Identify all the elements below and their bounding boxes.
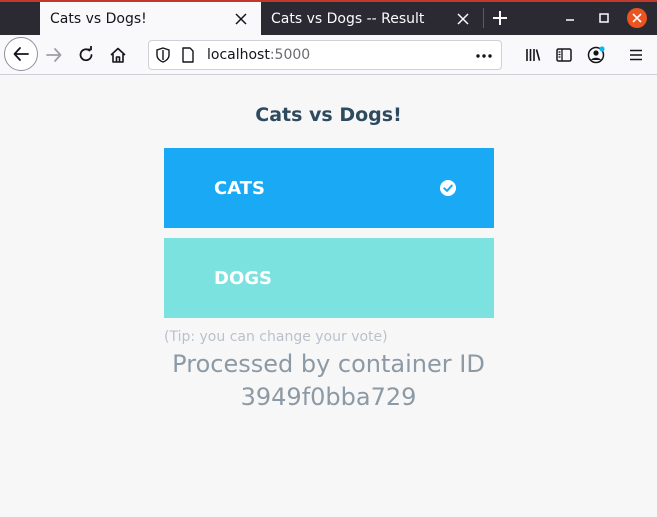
menu-button[interactable] [620, 39, 652, 71]
tab-close-icon[interactable] [451, 7, 475, 31]
new-tab-button[interactable] [487, 5, 513, 31]
home-icon [110, 47, 126, 63]
tab-cats-vs-dogs[interactable]: Cats vs Dogs! [40, 2, 261, 35]
sidebar-icon [556, 48, 572, 62]
option-label: DOGS [214, 267, 272, 289]
navigation-toolbar: localhost:5000 [0, 35, 657, 75]
address-bar[interactable]: localhost:5000 [148, 40, 502, 70]
sidebar-button[interactable] [548, 39, 580, 71]
url-text: localhost:5000 [207, 47, 310, 63]
forward-arrow-icon [46, 48, 62, 62]
forward-button[interactable] [38, 39, 70, 71]
page-actions-button[interactable] [473, 45, 495, 67]
window-close-icon [627, 8, 647, 28]
page-info-icon[interactable] [181, 47, 195, 67]
account-icon [587, 46, 605, 64]
tip-text: (Tip: you can change your vote) [164, 329, 388, 345]
container-info: Processed by container ID 3949f0bba729 [0, 348, 657, 414]
back-button[interactable] [4, 37, 38, 71]
tab-title: Cats vs Dogs! [50, 10, 147, 27]
minimize-icon [566, 19, 574, 21]
back-arrow-icon [13, 47, 29, 61]
reload-button[interactable] [70, 39, 102, 71]
processed-by-label: Processed by container ID [172, 350, 485, 378]
page-title: Cats vs Dogs! [255, 104, 402, 126]
option-label: CATS [214, 177, 265, 199]
url-host: localhost [207, 47, 270, 63]
maximize-button[interactable] [591, 5, 617, 31]
maximize-icon [599, 13, 609, 23]
tab-close-icon[interactable] [229, 7, 253, 31]
vote-dogs-button[interactable]: DOGS [164, 238, 494, 318]
tab-strip: Cats vs Dogs! Cats vs Dogs -- Result [0, 0, 657, 35]
page-content: Cats vs Dogs! CATS DOGS (Tip: you can ch… [0, 76, 657, 517]
plus-icon [493, 11, 507, 25]
home-button[interactable] [102, 39, 134, 71]
vote-cats-button[interactable]: CATS [164, 148, 494, 228]
check-circle-icon [440, 180, 456, 196]
account-button[interactable] [580, 39, 612, 71]
url-port: :5000 [269, 47, 311, 63]
tracking-protection-shield-icon[interactable] [156, 47, 170, 67]
tab-result[interactable]: Cats vs Dogs -- Result [261, 2, 483, 35]
container-id: 3949f0bba729 [240, 383, 417, 411]
library-icon [526, 49, 541, 61]
tab-title: Cats vs Dogs -- Result [271, 10, 425, 27]
hamburger-menu-icon [630, 49, 642, 61]
minimize-button[interactable] [557, 5, 583, 31]
reload-icon [79, 46, 93, 62]
more-dots-icon [476, 54, 492, 58]
tab-separator [483, 8, 484, 28]
window-close-button[interactable] [624, 5, 650, 31]
library-button[interactable] [517, 39, 549, 71]
